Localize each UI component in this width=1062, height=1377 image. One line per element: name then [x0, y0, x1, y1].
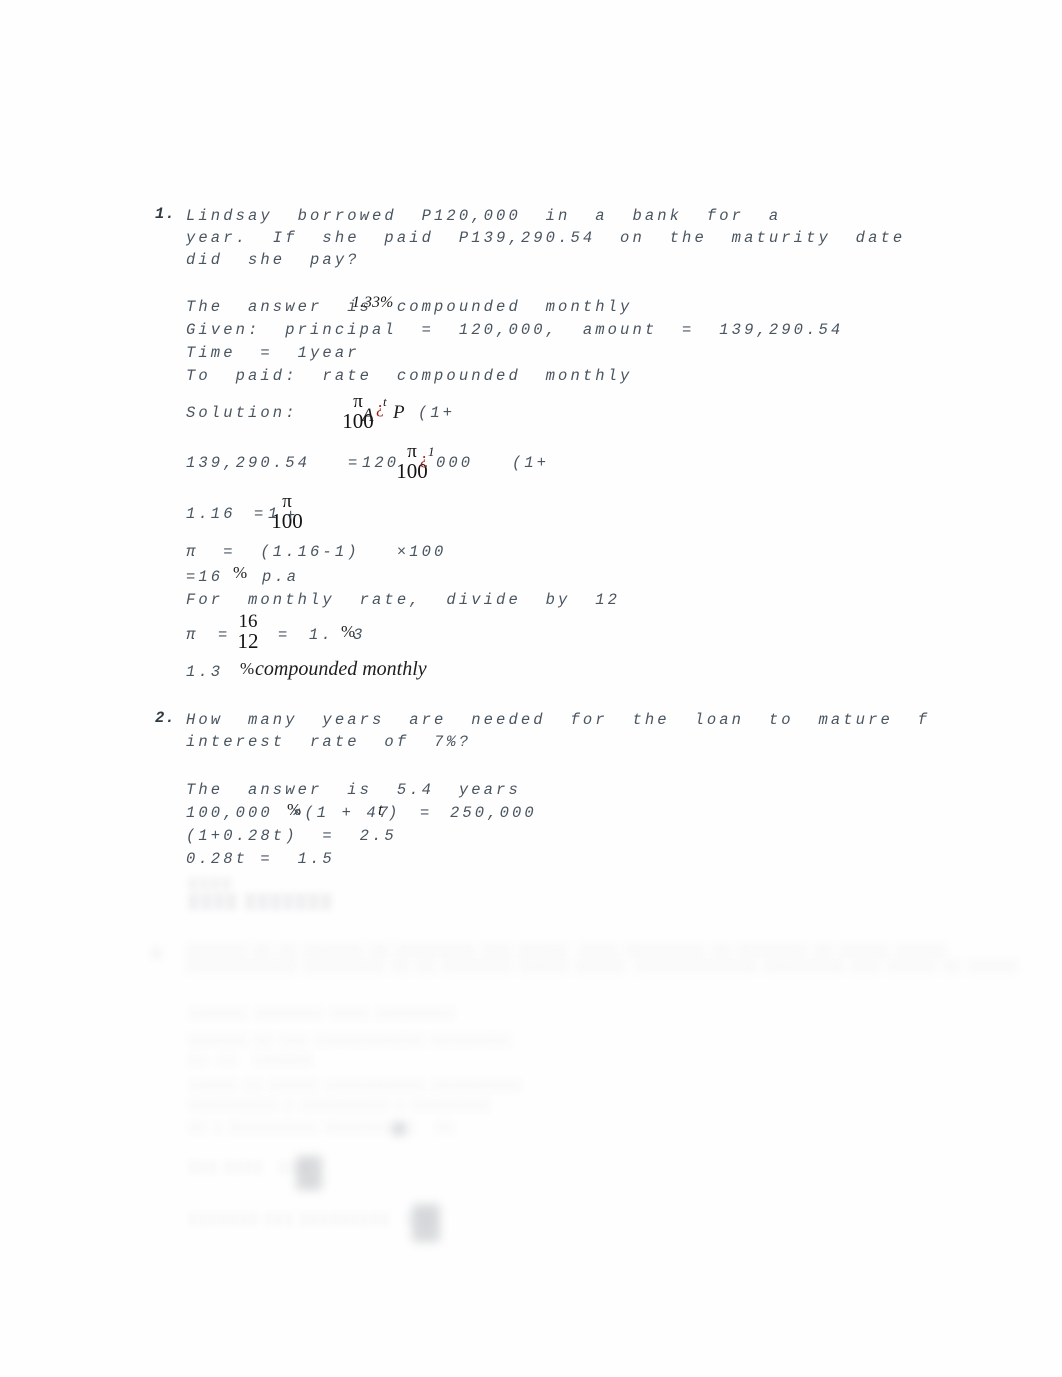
problem-2-step1-base: 100,000 — [186, 804, 273, 822]
problem-1-question-line-2: year. If she paid P139,290.54 on the mat… — [186, 229, 906, 247]
step2-exponent: 1 — [428, 444, 435, 459]
problem-1-final-value: 1.3 — [186, 663, 224, 681]
obscured-solution-line-2: ░░░░░░ ░░ ░░░ ░░░░░░░░░░░ ░░░░░░░░ — [188, 1033, 512, 1047]
obscured-solution-line-8: ░░░░░░░ ░░░ ░░░░░░░░░ ░░░ — [188, 1212, 436, 1226]
obscured-region-a-line-1: ░░░░ — [188, 876, 233, 891]
problem-2-step1-equals: = — [420, 804, 433, 822]
step7-fraction-16-over-12: 16 12 — [231, 612, 265, 652]
step3-lhs: 1.16 — [186, 505, 236, 523]
obscured-solution-line-1: ░░░░░░ ░░░░░░░ ░░░░ ░░░░░░░░ — [188, 1006, 457, 1020]
step2-equals: = — [348, 454, 361, 472]
step5-percent-sign: % — [233, 563, 248, 582]
step7-pi: π — [186, 626, 199, 644]
step6-line: For monthly rate, divide by 12 — [186, 591, 621, 609]
problem-2-question-line-1: How many years are needed for the loan t… — [186, 711, 931, 729]
obscured-symbol-blob — [392, 1122, 406, 1136]
step2-error-glyph: ¿ — [420, 449, 428, 468]
obscured-problem-3-number: 3. — [152, 945, 165, 960]
problem-1-given-line: Given: principal = 120,000, amount = 139… — [186, 321, 844, 339]
problem-2-step2: (1+0.28t) = 2.5 — [186, 827, 397, 845]
problem-1-solution-label: Solution: — [186, 404, 298, 422]
problem-1-question-line-1: Lindsay borrowed P120,000 in a bank for … — [186, 207, 782, 225]
obscured-problem-3-line-2: ░░░░░░░░░░░ ░░░░░░░░ ░░ ░░ ░░░░░░░ ░░░░░… — [186, 959, 1019, 973]
problem-2-step3: 0.28t = 1.5 — [186, 850, 335, 868]
problem-2-step1-close-paren: ) — [388, 804, 401, 822]
problem-1-time-line: Time = 1year — [186, 344, 360, 362]
solution-variable-p: P — [393, 402, 405, 423]
problem-2-step1-variable-t: t — [378, 800, 383, 819]
obscured-solution-line-3: ░░ ░░ ░░░░░░ — [188, 1053, 314, 1067]
obscured-solution-line-6: ░░ ░ ░░░░░░░░░ ░░░░░░░░░ ░░ — [188, 1120, 456, 1134]
obscured-problem-3-line-1: ░░░░░░ ░░ ░░ ░░░░░░ ░░ ░░░░░░░░ ░░░ ░░░░… — [186, 943, 947, 957]
document-page: 1. Lindsay borrowed P120,000 in a bank f… — [0, 0, 1062, 1377]
obscured-solution-line-5: ░░░░░░░░░ ░ ░░░░░░░░░ ░ ░░░░░░░░ — [188, 1098, 492, 1112]
problem-1-answer-line: The answer is compounded monthly — [186, 298, 633, 316]
step7-value-b: 3 — [353, 626, 366, 644]
step7-value-a: 1. — [309, 626, 334, 644]
problem-2-step1-rhs: 250,000 — [450, 804, 537, 822]
problem-2-step1-overlap: ×(1 + 47 — [292, 804, 392, 822]
solution-tail: (1+ — [418, 404, 456, 422]
step7-equals-2: = — [278, 626, 291, 644]
problem-1-final-percent: % — [240, 659, 255, 678]
step7-equals-1: = — [218, 626, 231, 644]
step4-line: π = (1.16-1) ×100 — [186, 543, 447, 561]
obscured-fraction-blob-1 — [296, 1156, 322, 1190]
step3-equals: = — [254, 505, 267, 523]
step5-tail: p.a — [262, 568, 300, 586]
problem-2-question-line-2: interest rate of 7%? — [186, 733, 472, 751]
step3-one: 1 — [268, 505, 281, 523]
solution-variable-a: A — [362, 405, 374, 426]
problem-2-answer-line: The answer is 5.4 years — [186, 781, 521, 799]
obscured-solution-line-4: ░░░░░ ░░ ░░░░░ ░░░░░░░░░░ ░░░░░░░░░ — [188, 1078, 522, 1092]
obscured-fraction-blob-2 — [412, 1204, 440, 1242]
obscured-solution-line-7: ░░░ ░░░░ ░░░ — [188, 1160, 309, 1174]
problem-1-answer-overlap: 1.33% — [352, 294, 394, 311]
obscured-region-a-line-2: ░░░░ ░░░░░░░ — [188, 893, 334, 910]
problem-1-to-paid-line: To paid: rate compounded monthly — [186, 367, 633, 385]
fraction-denominator: 12 — [237, 629, 259, 653]
solution-exponent-t: t — [383, 394, 387, 409]
problem-1-number: 1. — [155, 205, 176, 223]
problem-1-final-text: compounded monthly — [255, 658, 427, 680]
step5-value: =16 — [186, 568, 224, 586]
problem-2-number: 2. — [155, 709, 176, 727]
problem-1-question-line-3: did she pay? — [186, 251, 360, 269]
step2-rhs-b: 000 — [436, 454, 474, 472]
step2-lhs: 139,290.54 — [186, 454, 311, 472]
step2-tail: (1+ — [512, 454, 550, 472]
step3-plus: + — [286, 507, 299, 525]
